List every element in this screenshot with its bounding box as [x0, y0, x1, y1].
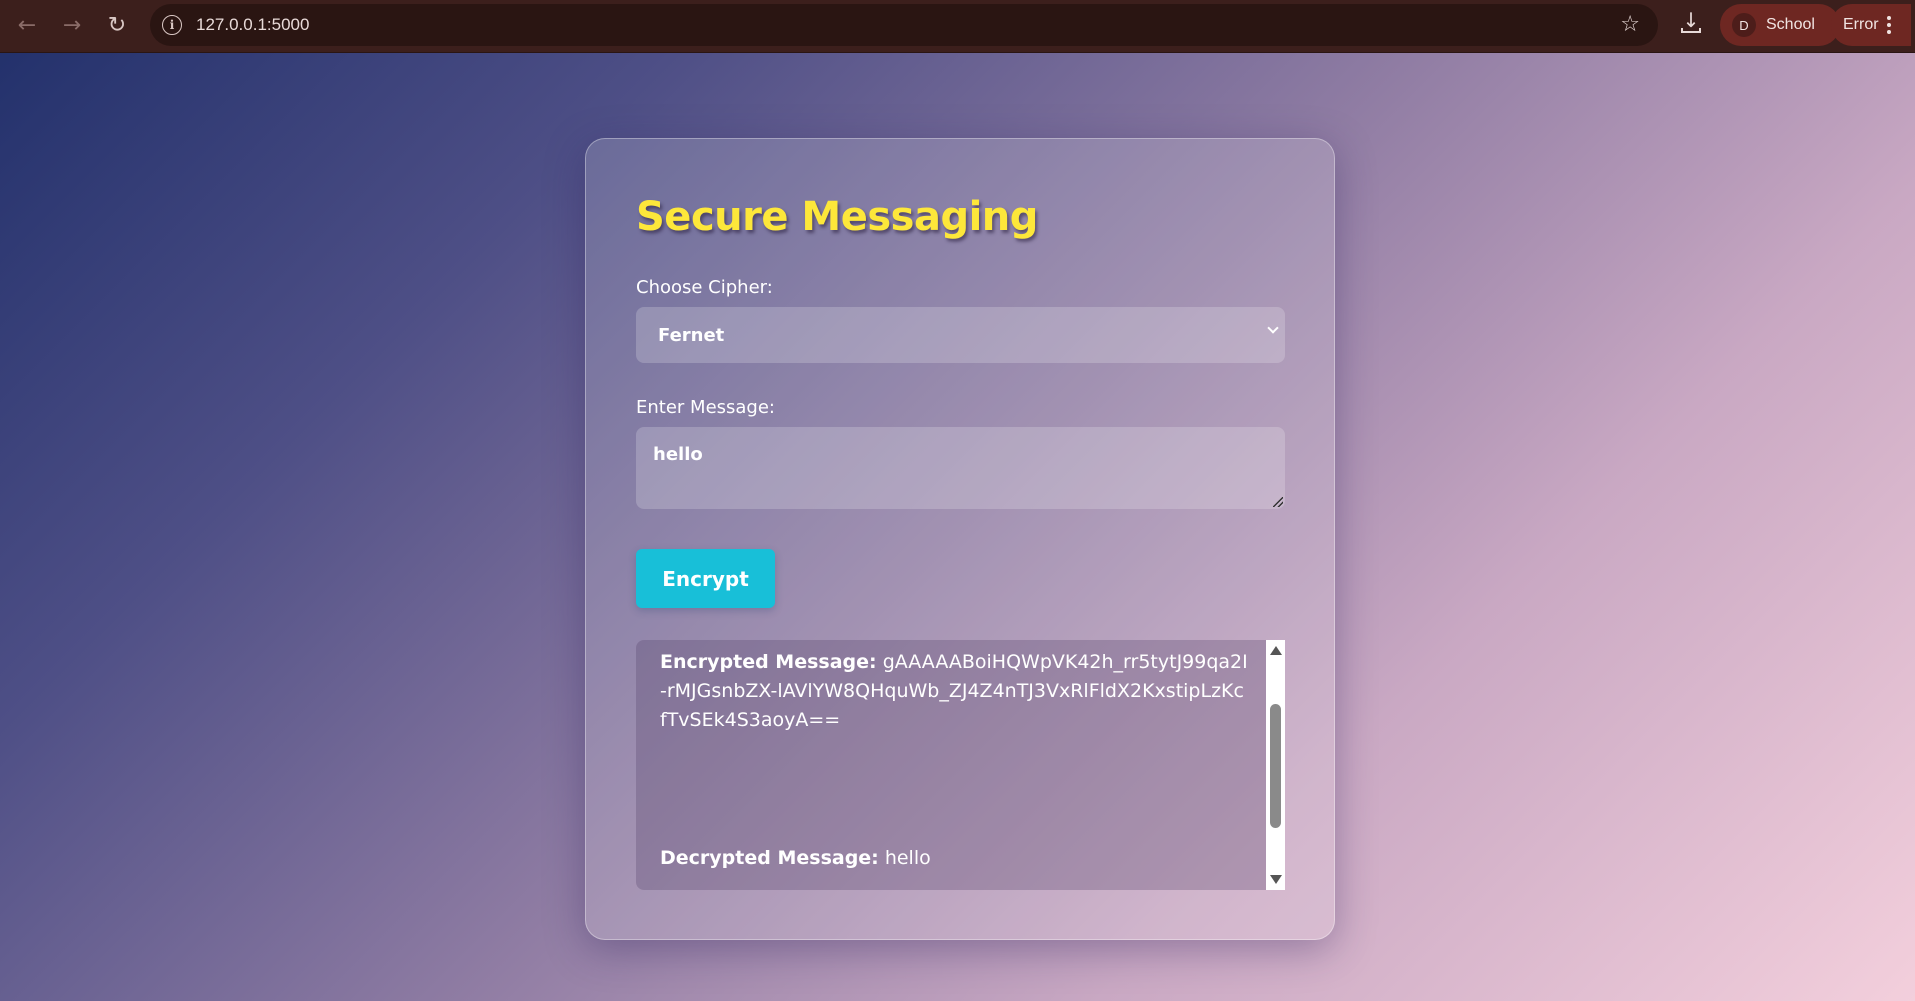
cipher-select[interactable]: Fernet — [636, 307, 1285, 363]
browser-toolbar: ← → ↻ i 127.0.0.1:5000 ☆ ↓ D School Erro… — [0, 0, 1915, 53]
reload-icon[interactable]: ↻ — [95, 0, 139, 53]
error-label: Error — [1843, 16, 1879, 33]
decrypted-output: Decrypted Message: hello — [660, 847, 931, 869]
scroll-up-icon[interactable] — [1270, 646, 1282, 655]
download-icon[interactable]: ↓ — [1677, 10, 1705, 42]
scroll-down-icon[interactable] — [1270, 875, 1282, 884]
kebab-menu-icon — [1886, 16, 1891, 34]
encrypted-output: Encrypted Message: gAAAAABoiHQWpVK42h_rr… — [660, 648, 1250, 735]
forward-arrow-icon[interactable]: → — [50, 0, 94, 53]
error-menu-button[interactable]: Error — [1831, 4, 1911, 46]
messaging-card: Secure Messaging Choose Cipher: Fernet E… — [585, 138, 1335, 940]
site-info-icon[interactable]: i — [162, 15, 182, 35]
decrypted-label: Decrypted Message: — [660, 847, 879, 869]
scroll-thumb[interactable] — [1270, 704, 1281, 828]
encrypt-button[interactable]: Encrypt — [636, 549, 775, 608]
profile-name: School — [1766, 16, 1815, 33]
message-label: Enter Message: — [636, 397, 775, 418]
resize-grip-icon[interactable] — [1273, 497, 1283, 507]
back-arrow-icon[interactable]: ← — [5, 0, 49, 53]
encrypted-label: Encrypted Message: — [660, 651, 877, 673]
chevron-down-icon — [1267, 322, 1279, 334]
cipher-label: Choose Cipher: — [636, 277, 773, 298]
url-text[interactable]: 127.0.0.1:5000 — [196, 15, 309, 35]
cipher-selected-value: Fernet — [658, 324, 725, 346]
result-scrollbar[interactable] — [1266, 640, 1285, 890]
decrypted-value: hello — [884, 847, 931, 869]
address-bar[interactable]: i 127.0.0.1:5000 ☆ — [150, 4, 1658, 46]
page-title: Secure Messaging — [636, 194, 1038, 240]
message-text: hello — [653, 444, 703, 465]
profile-button[interactable]: D School — [1720, 4, 1840, 46]
bookmark-star-icon[interactable]: ☆ — [1620, 12, 1640, 37]
message-textarea[interactable]: hello — [636, 427, 1285, 509]
result-panel: Encrypted Message: gAAAAABoiHQWpVK42h_rr… — [636, 640, 1285, 890]
avatar: D — [1732, 13, 1756, 37]
